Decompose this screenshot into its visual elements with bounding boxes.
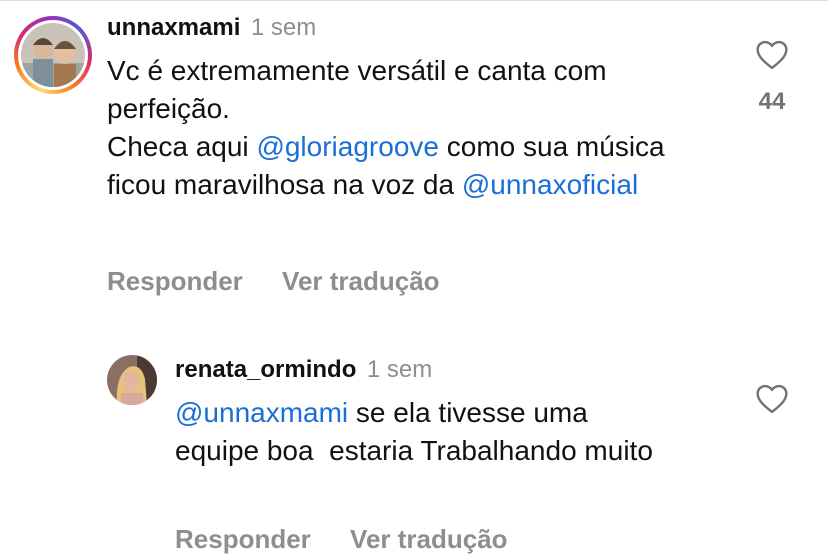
comment-text: Vc é extremamente versátil e canta com p… (107, 52, 717, 204)
mention-link[interactable]: @gloriagroove (256, 131, 439, 162)
comment-paragraph: @unnaxmami se ela tivesse uma equipe boa… (175, 397, 653, 466)
comment-paragraph: Vc é extremamente versátil e canta com p… (107, 55, 607, 124)
mention-link[interactable]: @unnaxmami (175, 397, 348, 428)
reply-button[interactable]: Responder (175, 524, 311, 554)
like-area: 44 (748, 40, 796, 116)
top-divider (0, 0, 828, 1)
heart-outline-icon[interactable] (755, 40, 789, 70)
mention-link[interactable]: @unnaxoficial (462, 169, 638, 200)
like-area (748, 384, 796, 414)
heart-outline-icon[interactable] (755, 384, 789, 414)
translate-button[interactable]: Ver tradução (350, 524, 508, 554)
translate-button[interactable]: Ver tradução (282, 266, 440, 296)
comment-text: @unnaxmami se ela tivesse uma equipe boa… (175, 394, 655, 470)
timestamp: 1 sem (250, 14, 317, 41)
story-ring[interactable] (14, 16, 92, 94)
avatar[interactable] (21, 23, 85, 87)
reply-button[interactable]: Responder (107, 266, 243, 296)
avatar-photo (107, 355, 157, 405)
timestamp: 1 sem (366, 356, 433, 383)
avatar-photo (21, 23, 85, 87)
username[interactable]: renata_ormindo (175, 356, 356, 383)
avatar[interactable] (107, 355, 157, 405)
comment-paragraph: Checa aqui @gloriagroove como sua música… (107, 131, 665, 200)
like-count: 44 (758, 88, 786, 115)
username[interactable]: unnaxmami (107, 14, 240, 41)
